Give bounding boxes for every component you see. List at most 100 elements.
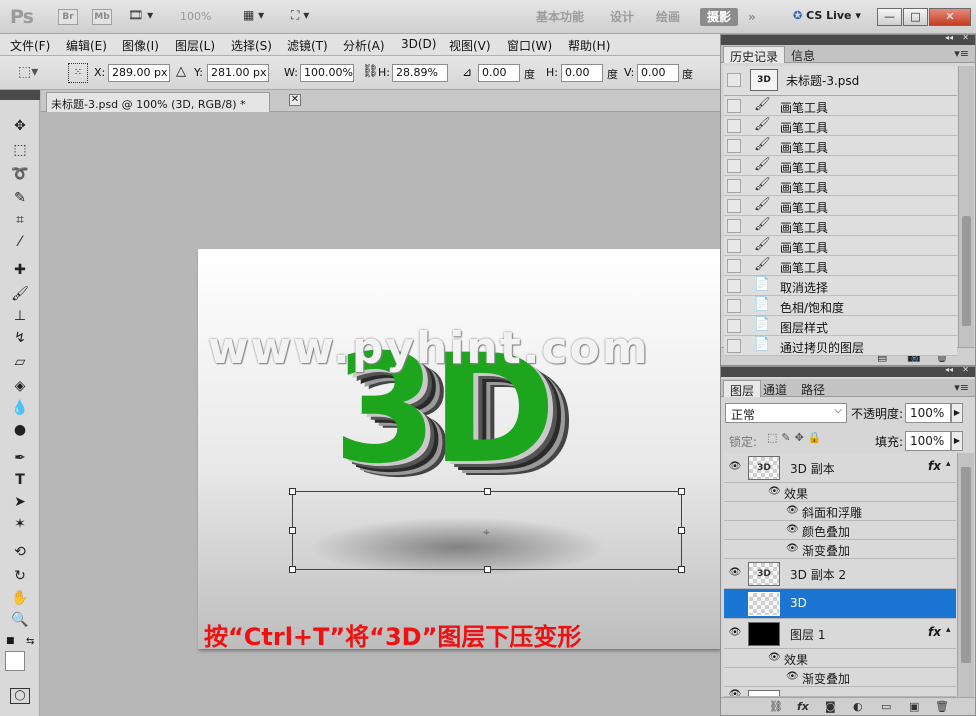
eye-icon[interactable]: 👁 [728,567,742,579]
effect-row-color-overlay[interactable]: 👁 颜色叠加 [724,521,956,540]
eye-icon[interactable]: 👁 [728,461,742,473]
history-source-checkbox[interactable] [727,299,741,313]
history-item[interactable]: 🖌 画笔工具 [724,116,957,136]
history-source-checkbox[interactable] [727,279,741,293]
3d-orbit-tool-icon[interactable]: ↻ [8,566,32,586]
expand-effects-icon[interactable]: ▴ [946,459,951,469]
history-item[interactable]: 📄 取消选择 [724,276,957,296]
transform-handle-bottom[interactable] [484,566,491,573]
eye-icon[interactable]: 👁 [786,543,799,554]
history-source-checkbox[interactable] [727,159,741,173]
eye-icon[interactable] [728,597,742,609]
layer-row-3d-copy-2[interactable]: 👁 3D 3D 副本 2 [724,559,956,589]
transform-handle-top[interactable] [484,488,491,495]
transform-handle-top-left[interactable] [289,488,296,495]
close-panel-icon[interactable]: ✕ [962,33,969,42]
lasso-tool-icon[interactable]: ➰ [8,164,32,184]
relative-position-icon[interactable]: △ [176,64,186,79]
history-source-checkbox[interactable] [727,119,741,133]
snapshot-source-checkbox[interactable] [727,73,741,87]
eyedropper-tool-icon[interactable]: ⁄ [8,232,32,252]
transform-handle-right[interactable] [678,527,685,534]
history-item[interactable]: 🖌 画笔工具 [724,236,957,256]
history-item[interactable]: 🖌 画笔工具 [724,256,957,276]
lock-options[interactable]: ⬚✎✥🔒 [767,431,826,444]
transform-handle-bottom-left[interactable] [289,566,296,573]
panel-menu-icon[interactable]: ▾≡ [954,381,969,394]
history-source-checkbox[interactable] [727,199,741,213]
eye-icon[interactable]: 👁 [786,505,799,516]
history-source-checkbox[interactable] [727,99,741,113]
history-item[interactable]: 🖌 画笔工具 [724,156,957,176]
collapse-icon[interactable]: ◂◂ [945,33,953,42]
menu-select[interactable]: 选择(S) [231,37,272,54]
eraser-tool-icon[interactable]: ▱ [8,352,32,372]
pen-tool-icon[interactable]: ✒ [8,448,32,468]
arrange-documents-dropdown[interactable]: ▦ ▾ [243,8,264,26]
collapse-icon[interactable]: ◂◂ [945,365,953,374]
swap-colors-icon[interactable]: ⇆ [26,636,34,647]
width-scale-input[interactable]: 100.00% [300,64,354,82]
workspace-design[interactable]: 设计 [610,8,634,26]
default-colors-icon[interactable]: ■ [6,636,15,646]
history-item[interactable]: 🖌 画笔工具 [724,96,957,116]
tools-panel-header[interactable] [0,90,40,100]
history-source-checkbox[interactable] [727,259,741,273]
eye-icon[interactable]: 👁 [786,671,799,682]
history-item[interactable]: 🖌 画笔工具 [724,176,957,196]
menu-filter[interactable]: 滤镜(T) [287,37,328,54]
reference-point-icon[interactable]: ⁙ [68,63,88,83]
h-skew-input[interactable]: 0.00 [561,64,603,82]
history-scrollbar[interactable] [958,66,974,347]
tab-layers[interactable]: 图层 [723,380,762,398]
blur-tool-icon[interactable]: 💧 [8,398,32,418]
workspace-photography[interactable]: 摄影 [700,8,738,26]
eye-icon[interactable]: 👁 [728,689,742,696]
layers-scrollbar[interactable] [957,453,974,697]
panel-menu-icon[interactable]: ▾≡ [954,47,969,60]
history-source-checkbox[interactable] [727,339,741,353]
history-item[interactable]: 🖌 画笔工具 [724,136,957,156]
hand-tool-icon[interactable]: ✋ [8,588,32,608]
view-extras-dropdown[interactable]: 🎞 ▾ [128,8,153,26]
layer-effects-icon[interactable]: fx [928,459,941,473]
quick-select-tool-icon[interactable]: ✎ [8,188,32,208]
history-item[interactable]: 🖌 画笔工具 [724,196,957,216]
transform-bounding-box[interactable]: ⌖ [289,488,685,573]
crop-tool-icon[interactable]: ⌗ [8,210,32,230]
menu-edit[interactable]: 编辑(E) [66,37,107,54]
history-source-checkbox[interactable] [727,239,741,253]
effects-group-row[interactable]: 👁 效果 [724,649,956,668]
opacity-slider-toggle[interactable]: ▶ [951,403,963,423]
expand-effects-icon[interactable]: ▴ [946,625,951,635]
dodge-tool-icon[interactable]: ● [8,420,32,440]
3d-rotate-tool-icon[interactable]: ⟲ [8,542,32,562]
history-source-checkbox[interactable] [727,219,741,233]
tab-info[interactable]: 信息 [785,46,821,63]
menu-view[interactable]: 视图(V) [449,37,491,54]
eye-icon[interactable]: 👁 [768,652,781,663]
close-window-button[interactable]: ✕ [929,8,971,26]
eye-icon[interactable]: 👁 [786,524,799,535]
tab-history[interactable]: 历史记录 [723,46,786,64]
eye-icon[interactable]: 👁 [728,627,742,639]
history-source-checkbox[interactable] [727,139,741,153]
fill-input[interactable]: 100% [905,431,951,451]
transform-center-icon[interactable]: ⌖ [483,525,490,540]
menu-analysis[interactable]: 分析(A) [343,37,385,54]
new-layer-icon[interactable]: ▣ [909,700,919,713]
bridge-button[interactable]: Br [58,9,78,25]
mini-bridge-button[interactable]: Mb [92,9,112,25]
workspace-essentials[interactable]: 基本功能 [536,8,584,26]
transform-handle-bottom-right[interactable] [678,566,685,573]
effect-row-gradient-overlay[interactable]: 👁 渐变叠加 [724,668,956,687]
marquee-tool-icon[interactable]: ⬚ [8,140,32,160]
menu-layer[interactable]: 图层(L) [175,37,215,54]
healing-brush-tool-icon[interactable]: ✚ [8,260,32,280]
foreground-color-swatch[interactable] [5,651,25,671]
layer-row-layer-1[interactable]: 👁 图层 1 fx ▴ [724,619,956,649]
adjustment-layer-icon[interactable]: ◐ [853,700,863,713]
history-panel-header[interactable]: ◂◂ ✕ [721,33,975,45]
maximize-button[interactable]: □ [903,8,928,26]
cs-live-button[interactable]: ✪ CS Live ▾ [793,9,861,22]
